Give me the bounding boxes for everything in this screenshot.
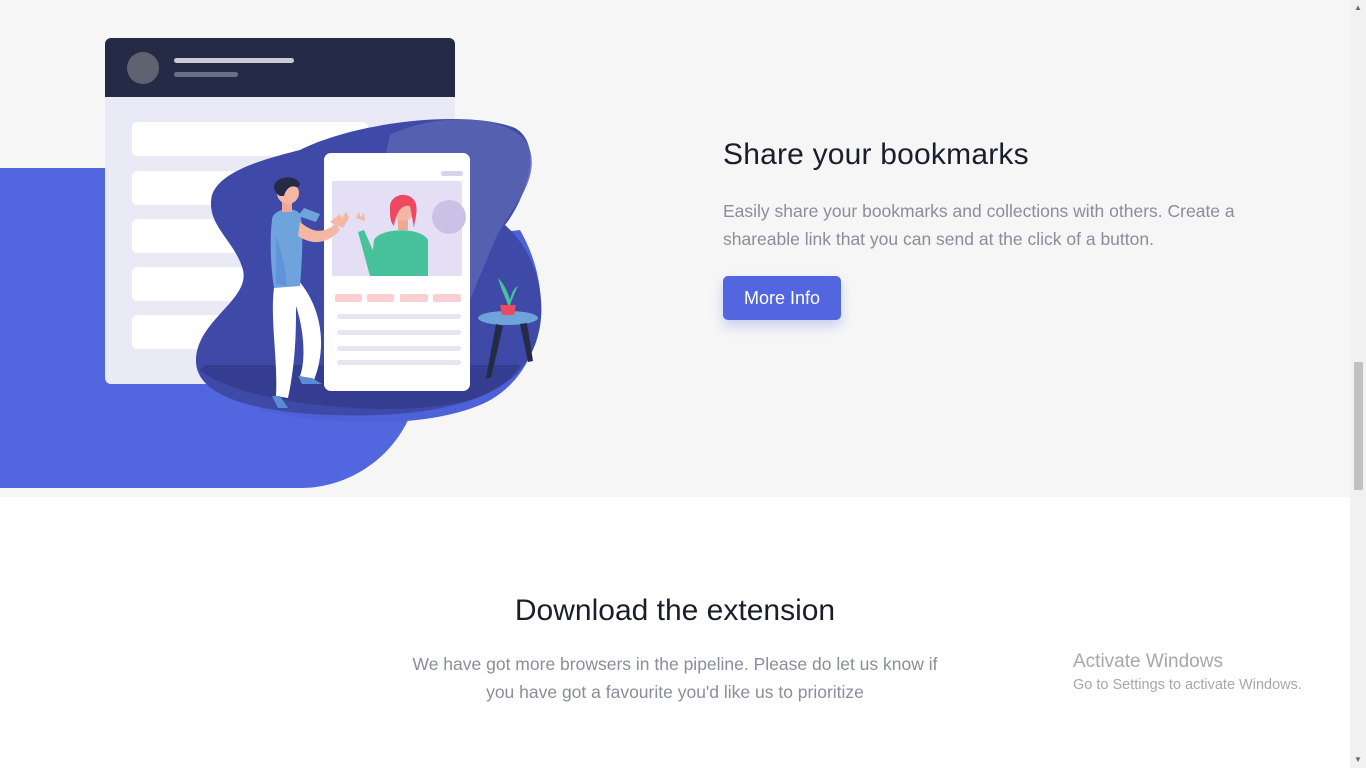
download-section: Download the extension We have got more …: [0, 497, 1350, 768]
phone-card-illustration: [324, 153, 470, 391]
download-title: Download the extension: [514, 594, 836, 627]
share-bookmarks-section: Share your bookmarks Easily share your b…: [0, 0, 1350, 497]
vertical-scrollbar[interactable]: ▲ ▼: [1350, 0, 1366, 768]
more-info-button[interactable]: More Info: [723, 276, 841, 320]
activate-windows-watermark: Activate Windows Go to Settings to activ…: [1073, 651, 1302, 695]
watermark-title: Activate Windows: [1073, 651, 1223, 672]
scroll-down-icon[interactable]: ▼: [1350, 752, 1366, 768]
watermark-subtitle: Go to Settings to activate Windows.: [1073, 677, 1302, 693]
feature-title: Share your bookmarks: [723, 138, 1029, 171]
scroll-up-icon[interactable]: ▲: [1350, 0, 1366, 16]
download-description: We have got more browsers in the pipelin…: [412, 654, 938, 702]
share-bookmarks-illustration: [105, 38, 542, 423]
scrollbar-thumb[interactable]: [1354, 362, 1363, 490]
feature-description: Easily share your bookmarks and collecti…: [723, 201, 1235, 249]
